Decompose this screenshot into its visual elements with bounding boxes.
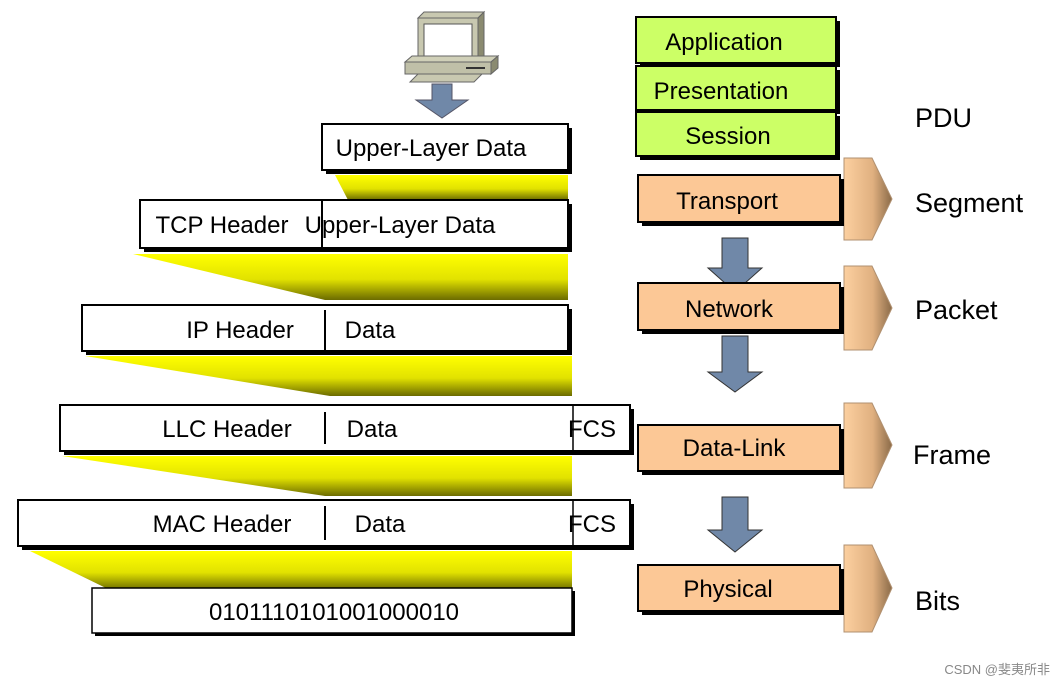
ip-data-label: Data — [345, 317, 396, 344]
pdu-segment-label: Segment — [915, 188, 1024, 218]
layer-presentation: Presentation — [635, 65, 840, 114]
mac-data-label: Data — [355, 511, 406, 538]
pdu-pointer-segment — [843, 157, 893, 241]
layer-session: Session — [635, 111, 840, 160]
bits-value: 0101110101001000010 — [209, 599, 459, 626]
down-arrow-icon — [706, 496, 764, 553]
bits-box: 0101110101001000010 — [91, 587, 575, 636]
llc-data-label: Data — [347, 416, 398, 443]
computer-icon — [403, 10, 500, 83]
upper-layer-data-label: Upper-Layer Data — [336, 135, 527, 162]
osi-encapsulation-diagram: Upper-Layer Data TCP Header Upper-Layer … — [0, 0, 1061, 691]
layer-network: Network — [637, 282, 844, 334]
llc-fcs-label: FCS — [568, 416, 616, 443]
watermark: CSDN @斐夷所非 — [944, 662, 1050, 677]
pdu-packet-label: Packet — [915, 295, 998, 325]
ip-packet-box: IP Header Data — [81, 304, 572, 355]
pdu-bits-label: Bits — [915, 586, 960, 616]
tcp-header-label: TCP Header — [156, 212, 289, 239]
mac-frame-box: MAC Header Data FCS — [17, 499, 634, 550]
llc-frame-box: LLC Header Data FCS — [59, 404, 634, 455]
network-label: Network — [685, 296, 774, 323]
datalink-label: Data-Link — [683, 435, 787, 462]
down-arrow-icon — [414, 83, 470, 119]
pdu-pointer-frame — [843, 402, 893, 489]
ip-header-label: IP Header — [186, 317, 294, 344]
mac-header-label: MAC Header — [153, 511, 292, 538]
layer-transport: Transport — [637, 174, 844, 226]
down-arrow-icon — [706, 335, 764, 393]
presentation-label: Presentation — [654, 78, 789, 105]
session-label: Session — [685, 123, 770, 150]
pdu-pointer-bits — [843, 544, 893, 633]
physical-label: Physical — [683, 576, 772, 603]
diagram-canvas: Upper-Layer Data TCP Header Upper-Layer … — [17, 10, 1050, 677]
encapsulation-shadow — [85, 356, 572, 396]
encapsulation-shadow — [335, 175, 568, 200]
layer-datalink: Data-Link — [637, 424, 844, 475]
encapsulation-shadow — [30, 551, 572, 590]
layer-physical: Physical — [637, 564, 844, 615]
application-label: Application — [665, 29, 782, 56]
transport-label: Transport — [676, 188, 778, 215]
mac-fcs-label: FCS — [568, 511, 616, 538]
encapsulation-shadow — [62, 456, 572, 496]
tcp-segment-box: TCP Header Upper-Layer Data — [139, 199, 572, 252]
upper-layer-data-box: Upper-Layer Data — [321, 123, 572, 174]
llc-header-label: LLC Header — [162, 416, 291, 443]
pdu-title: PDU — [915, 103, 972, 133]
layer-application: Application — [635, 16, 840, 67]
encapsulation-shadow — [133, 254, 568, 300]
tcp-data-label: Upper-Layer Data — [305, 212, 496, 239]
pdu-pointer-packet — [843, 265, 893, 351]
pdu-frame-label: Frame — [913, 440, 991, 470]
